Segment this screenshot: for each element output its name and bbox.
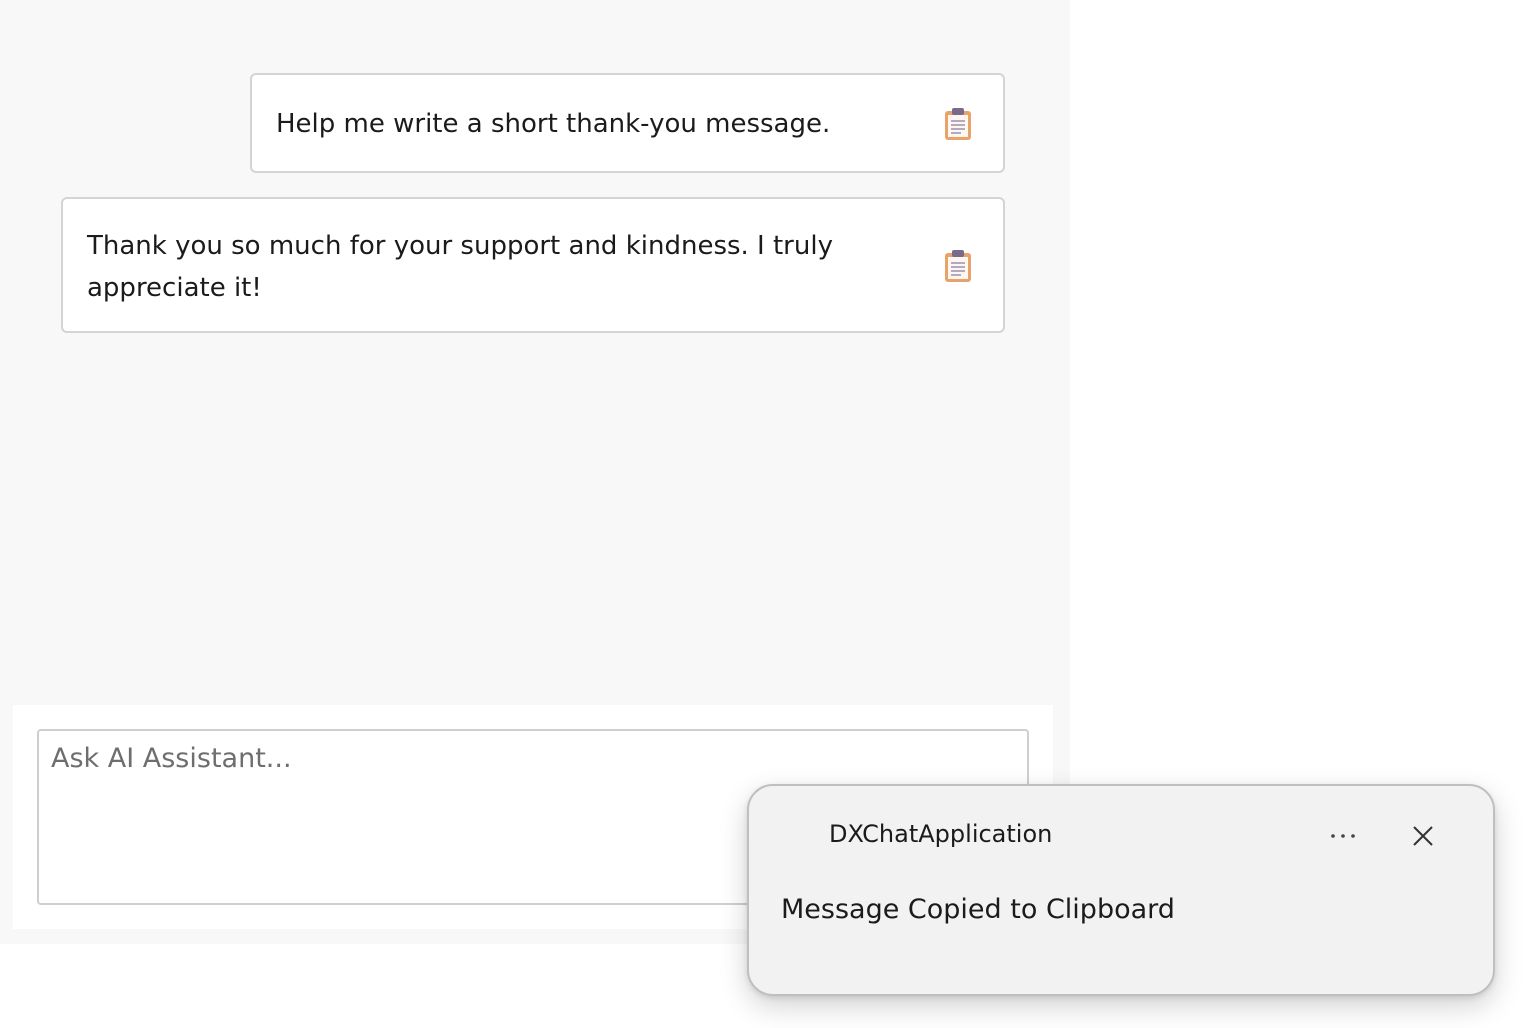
copy-message-button[interactable] bbox=[943, 249, 973, 283]
toast-message: Message Copied to Clipboard bbox=[781, 894, 1175, 925]
copy-message-button[interactable] bbox=[943, 107, 973, 141]
toast-more-button[interactable] bbox=[1321, 814, 1365, 858]
toast-notification: DXChatApplication Message Copied to Clip… bbox=[747, 784, 1495, 996]
clipboard-icon bbox=[945, 108, 971, 140]
more-horizontal-icon bbox=[1331, 834, 1355, 838]
toast-app-name: DXChatApplication bbox=[829, 820, 1053, 848]
close-icon bbox=[1413, 826, 1433, 846]
clipboard-icon bbox=[945, 250, 971, 282]
user-message: Help me write a short thank-you message. bbox=[250, 73, 1005, 173]
message-text: Thank you so much for your support and k… bbox=[87, 231, 833, 303]
toast-close-button[interactable] bbox=[1401, 814, 1445, 858]
message-text: Help me write a short thank-you message. bbox=[276, 109, 831, 139]
assistant-message: Thank you so much for your support and k… bbox=[61, 197, 1005, 333]
